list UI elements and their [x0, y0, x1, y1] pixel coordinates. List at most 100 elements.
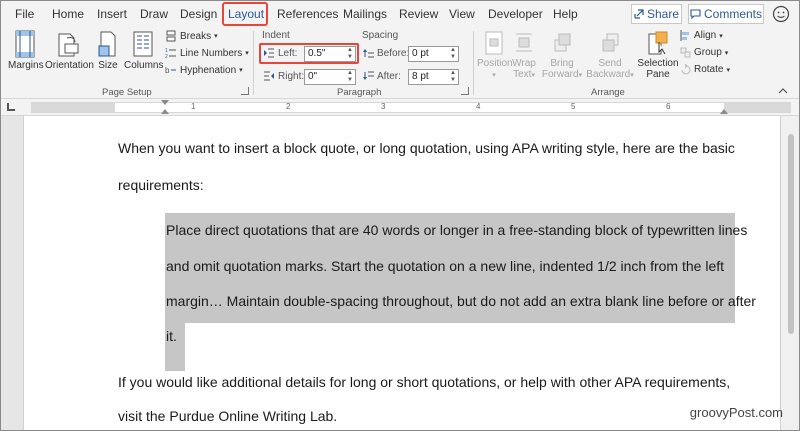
indent-right-input[interactable]: 0" ▲ ▼ [304, 69, 356, 85]
quote-line-2: and omit quotation marks. Start the quot… [166, 258, 725, 274]
right-indent-marker[interactable] [720, 109, 728, 114]
size-label: Size [98, 60, 118, 71]
tab-design[interactable]: Design [180, 7, 217, 21]
horizontal-ruler[interactable]: 1 2 3 4 5 6 [1, 99, 799, 116]
comments-button[interactable]: Comments [688, 4, 764, 24]
chevron-down-icon: ▾ [492, 72, 496, 79]
ruler-track: 1 2 3 4 5 6 [31, 102, 791, 113]
chevron-down-icon: ▾ [726, 66, 730, 74]
ruler-number: 1 [191, 102, 196, 111]
tab-help[interactable]: Help [553, 7, 578, 21]
chevron-down-icon: ▾ [214, 33, 218, 40]
wrap-text-button[interactable]: Wrap Text▾ [511, 30, 537, 80]
ruler-number: 2 [286, 102, 291, 111]
indent-label: Indent [262, 30, 290, 41]
collapse-ribbon-icon[interactable] [778, 87, 788, 95]
group-icon [680, 47, 691, 58]
layout-tab-highlight [222, 2, 268, 26]
spinner-arrows-icon[interactable]: ▲ ▼ [450, 70, 456, 84]
spacing-before-input[interactable]: 0 pt ▲ ▼ [408, 46, 459, 62]
quote-line-1: Place direct quotations that are 40 word… [166, 222, 748, 238]
orientation-label: Orientation [45, 60, 94, 71]
ruler-number: 6 [666, 102, 671, 111]
spacing-before-icon [363, 49, 374, 58]
tab-home[interactable]: Home [52, 7, 84, 21]
align-button[interactable]: Align ▾ [680, 30, 723, 41]
orientation-button[interactable]: Orientation [45, 30, 94, 71]
spinner-arrows-icon[interactable]: ▲ ▼ [450, 47, 456, 61]
spacing-before-value: 0 pt [412, 48, 429, 59]
outro-line-1: If you would like additional details for… [118, 374, 731, 390]
margins-label: Margins [8, 60, 44, 71]
bring-forward-icon [554, 33, 571, 52]
intro-line-2: requirements: [118, 177, 204, 193]
group-divider [253, 31, 254, 95]
ruler-right-margin [724, 103, 791, 112]
orientation-icon [58, 33, 79, 57]
tab-file[interactable]: File [15, 7, 34, 21]
bring-forward-button[interactable]: Bring Forward▾ [541, 30, 583, 80]
watermark: groovyPost.com [689, 405, 783, 420]
page-setup-group-label: Page Setup [102, 87, 152, 98]
ribbon-tabs: File Home Insert Draw Design Layout Refe… [1, 1, 799, 27]
selection-pane-button[interactable]: Selection Pane [637, 30, 679, 80]
send-backward-button[interactable]: Send Backward▾ [586, 30, 634, 80]
scrollbar-thumb[interactable] [788, 134, 794, 334]
columns-button[interactable]: Columns [124, 30, 163, 71]
size-button[interactable]: Size [95, 30, 121, 71]
tab-insert[interactable]: Insert [97, 7, 127, 21]
group-label: Group [694, 47, 722, 58]
svg-text:b: b [165, 66, 170, 75]
breaks-button[interactable]: Breaks ▾ [165, 30, 218, 42]
breaks-label: Breaks [180, 30, 212, 42]
spinner-arrows-icon[interactable]: ▲ ▼ [347, 70, 353, 84]
size-icon [98, 31, 116, 57]
send-backward-icon [602, 33, 619, 52]
tab-developer[interactable]: Developer [488, 7, 543, 21]
tab-draw[interactable]: Draw [140, 7, 168, 21]
chevron-down-icon: ▾ [245, 50, 249, 57]
ribbon: Margins Orientation Size Columns Breaks … [1, 27, 799, 99]
tab-selector-icon[interactable] [7, 103, 15, 111]
comment-icon [690, 9, 701, 19]
paragraph-launcher-icon[interactable] [461, 87, 469, 95]
spacing-after-label: After: [377, 71, 401, 82]
spacing-after-value: 8 pt [412, 71, 429, 82]
feedback-smiley-icon[interactable] [772, 5, 790, 23]
selection-pane-label-2: Pane [646, 69, 670, 80]
tab-mailings[interactable]: Mailings [343, 7, 387, 21]
rotate-button[interactable]: Rotate ▾ [680, 64, 730, 75]
indent-right-icon [264, 71, 274, 81]
quote-line-4: it. [166, 328, 177, 344]
selection-pane-label-1: Selection [637, 58, 679, 69]
chevron-down-icon: ▾ [630, 72, 634, 79]
document-page[interactable]: When you want to insert a block quote, o… [23, 116, 781, 430]
hyphenation-button[interactable]: b Hyphenation ▾ [165, 64, 243, 76]
document-area: When you want to insert a block quote, o… [1, 116, 799, 430]
position-button[interactable]: Position ▾ [477, 30, 513, 80]
indent-right-value: 0" [308, 71, 318, 82]
share-button[interactable]: Share [631, 4, 682, 24]
margins-button[interactable]: Margins [8, 30, 44, 71]
tab-references[interactable]: References [277, 7, 338, 21]
page-setup-launcher-icon[interactable] [241, 87, 249, 95]
line-numbers-button[interactable]: 12 Line Numbers ▾ [165, 47, 249, 60]
group-button[interactable]: Group ▾ [680, 47, 728, 58]
tab-view[interactable]: View [449, 7, 475, 21]
intro-line-1: When you want to insert a block quote, o… [118, 140, 735, 156]
tab-review[interactable]: Review [399, 7, 438, 21]
spacing-after-input[interactable]: 8 pt ▲ ▼ [408, 69, 459, 85]
wrap-text-icon [516, 33, 532, 52]
svg-text:2: 2 [165, 54, 168, 59]
chevron-down-icon: ▾ [724, 49, 729, 57]
hyphenation-icon: b [165, 66, 176, 75]
hanging-indent-marker[interactable] [161, 109, 169, 114]
first-line-indent-marker[interactable] [161, 100, 169, 105]
margins-icon [15, 30, 35, 58]
ruler-number: 4 [476, 102, 481, 111]
comments-label: Comments [703, 7, 762, 21]
paragraph-group-label: Paragraph [337, 87, 382, 98]
vertical-scrollbar[interactable] [781, 116, 799, 430]
indent-right-label: Right: [278, 71, 305, 82]
send-backward-label-2: Backward [586, 69, 631, 80]
